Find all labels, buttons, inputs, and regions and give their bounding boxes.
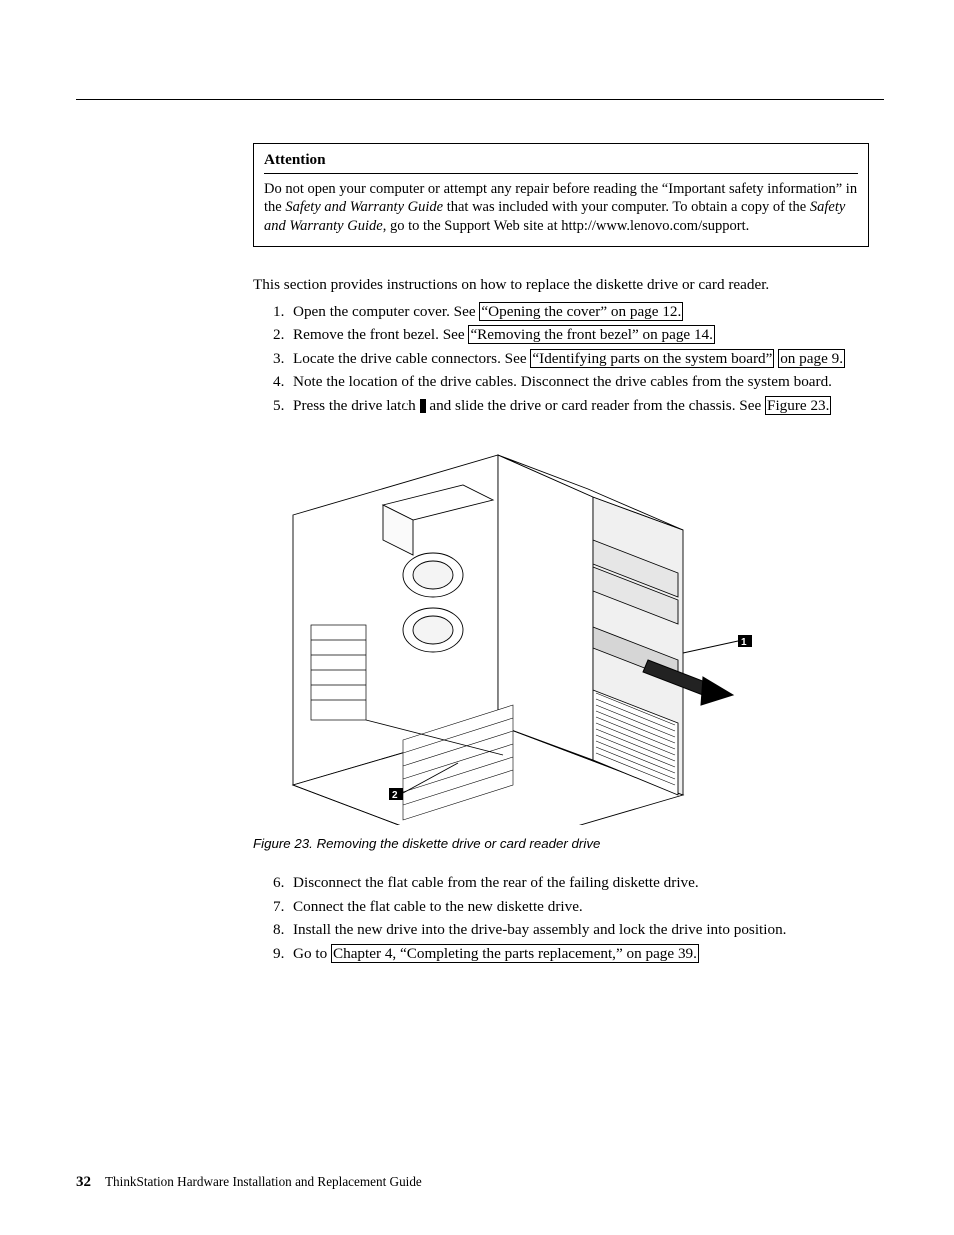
step-number: 7. — [273, 897, 293, 918]
svg-text:2: 2 — [392, 790, 398, 801]
step-text: Note the location of the drive cables. D… — [293, 373, 832, 390]
step-5: 5.Press the drive latch 1 and slide the … — [273, 396, 869, 417]
callout-body: Do not open your computer or attempt any… — [264, 180, 858, 237]
step-number: 9. — [273, 944, 293, 965]
safety-guide-ref1: Safety and Warranty Guide — [285, 199, 443, 215]
link-completing-parts-replacement[interactable]: Chapter 4, “Completing the parts replace… — [331, 944, 699, 963]
step-6: 6.Disconnect the flat cable from the rea… — [273, 873, 869, 894]
steps-list-2: 6.Disconnect the flat cable from the rea… — [273, 873, 869, 964]
intro-paragraph: This section provides instructions on ho… — [253, 275, 869, 296]
figure-callout-1: 1 — [683, 635, 752, 653]
computer-chassis-illustration: 1 2 — [253, 445, 869, 825]
figure-caption: Figure 23. Removing the diskette drive o… — [253, 835, 869, 853]
link-removing-front-bezel[interactable]: “Removing the front bezel” on page 14. — [468, 325, 715, 344]
step-number: 1. — [273, 302, 293, 323]
step-9: 9.Go to Chapter 4, “Completing the parts… — [273, 944, 869, 965]
link-identifying-parts-page[interactable]: on page 9. — [778, 349, 845, 368]
step-2: 2.Remove the front bezel. See “Removing … — [273, 325, 869, 346]
callout-text: that was included with your computer. To… — [443, 199, 810, 215]
step-text: Go to — [293, 945, 331, 962]
page-footer: 32 ThinkStation Hardware Installation and… — [76, 1172, 422, 1192]
steps-list-1: 1.Open the computer cover. See “Opening … — [273, 302, 869, 417]
document-page: Attention Do not open your computer or a… — [0, 0, 954, 1235]
link-opening-cover[interactable]: “Opening the cover” on page 12. — [479, 302, 683, 321]
step-number: 3. — [273, 349, 293, 370]
callout-text: , go to the Support Web site at http://w… — [383, 218, 750, 234]
page-number: 32 — [76, 1174, 91, 1190]
step-number: 6. — [273, 873, 293, 894]
step-number: 2. — [273, 325, 293, 346]
step-text: Remove the front bezel. See — [293, 326, 468, 343]
link-figure-23[interactable]: Figure 23. — [765, 396, 831, 415]
step-text: Press the drive latch — [293, 397, 420, 414]
step-text: Install the new drive into the drive-bay… — [293, 921, 786, 938]
callout-rule — [264, 173, 858, 174]
header-rule — [76, 99, 884, 100]
step-7: 7.Connect the flat cable to the new disk… — [273, 897, 869, 918]
step-text: Connect the flat cable to the new disket… — [293, 898, 583, 915]
step-8: 8.Install the new drive into the drive-b… — [273, 920, 869, 941]
link-identifying-parts[interactable]: “Identifying parts on the system board” — [530, 349, 774, 368]
step-number: 4. — [273, 372, 293, 393]
step-3: 3.Locate the drive cable connectors. See… — [273, 349, 869, 370]
step-number: 8. — [273, 920, 293, 941]
main-content: Attention Do not open your computer or a… — [253, 143, 869, 967]
callout-title: Attention — [264, 150, 858, 171]
step-text: Disconnect the flat cable from the rear … — [293, 874, 699, 891]
figure-23: 1 2 — [253, 445, 869, 825]
step-text: Locate the drive cable connectors. See — [293, 350, 530, 367]
step-text: and slide the drive or card reader from … — [426, 397, 765, 414]
step-text: Open the computer cover. See — [293, 303, 479, 320]
svg-text:1: 1 — [741, 637, 747, 648]
step-1: 1.Open the computer cover. See “Opening … — [273, 302, 869, 323]
attention-callout: Attention Do not open your computer or a… — [253, 143, 869, 247]
document-title: ThinkStation Hardware Installation and R… — [105, 1174, 422, 1189]
step-4: 4.Note the location of the drive cables.… — [273, 372, 869, 393]
step-number: 5. — [273, 396, 293, 417]
